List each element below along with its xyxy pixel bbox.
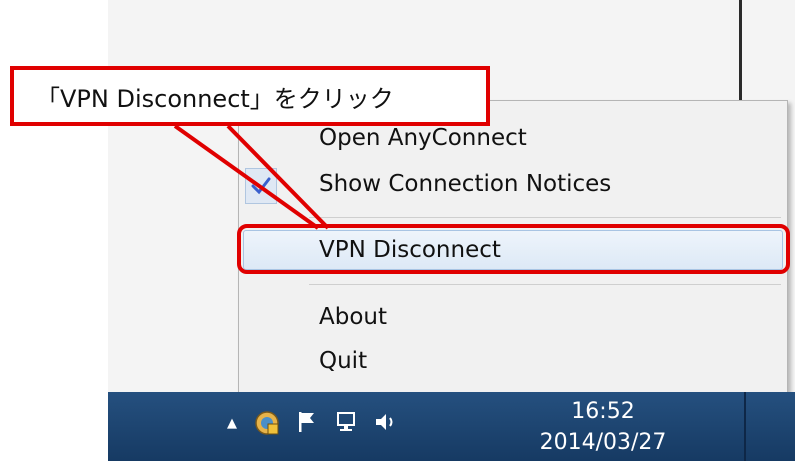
show-desktop-button[interactable]: [744, 392, 746, 461]
volume-icon[interactable]: [372, 409, 400, 435]
clock-time[interactable]: 16:52: [528, 399, 678, 424]
clock-date[interactable]: 2014/03/27: [518, 430, 688, 455]
network-icon[interactable]: [334, 409, 360, 435]
anyconnect-icon[interactable]: [253, 409, 281, 437]
action-center-flag-icon[interactable]: [294, 409, 320, 435]
highlight-frame: [237, 224, 790, 274]
callout-text: 「VPN Disconnect」をクリック: [36, 84, 394, 113]
show-hidden-icons-icon[interactable]: ▲: [222, 412, 242, 434]
callout-box: 「VPN Disconnect」をクリック: [10, 66, 490, 126]
taskbar: ▲ 16:52 2014/03/27: [108, 392, 795, 461]
